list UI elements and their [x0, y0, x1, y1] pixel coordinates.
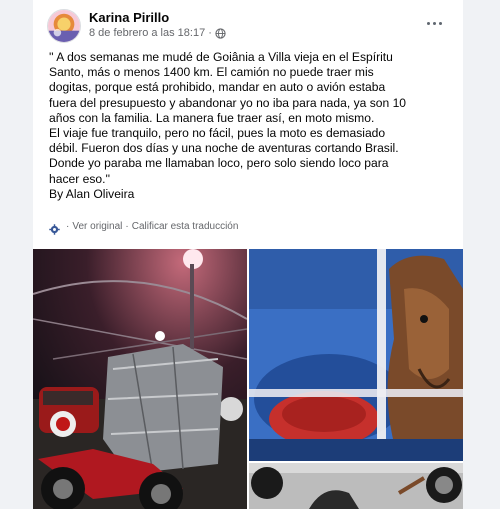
see-original-link[interactable]: Ver original — [72, 221, 122, 232]
post-text: '' A dos semanas me mudé de Goiânia a Vi… — [49, 50, 407, 201]
author-name[interactable]: Karina Pirillo — [89, 10, 169, 25]
translation-separator: · — [66, 221, 70, 232]
gear-icon[interactable] — [49, 222, 60, 235]
more-icon[interactable] — [423, 14, 445, 32]
photo-grid — [33, 249, 463, 509]
translation-row: · Ver original · Calificar esta traducci… — [63, 221, 238, 232]
more-dot — [426, 21, 430, 25]
photo-bottom[interactable] — [249, 463, 463, 509]
more-dot — [438, 21, 442, 25]
photo-dog-crate[interactable] — [249, 249, 463, 461]
post-card: Karina Pirillo 8 de febrero a las 18:17 … — [33, 0, 463, 509]
globe-icon[interactable] — [215, 27, 226, 39]
meta-separator: · — [208, 27, 212, 39]
more-dot — [432, 21, 436, 25]
post-meta: 8 de febrero a las 18:17 · — [89, 27, 226, 39]
translation-separator: · — [125, 221, 129, 232]
post-date[interactable]: 8 de febrero a las 18:17 — [89, 27, 205, 39]
avatar[interactable] — [47, 9, 81, 43]
post-header: Karina Pirillo 8 de febrero a las 18:17 … — [33, 0, 463, 48]
rate-translation-link[interactable]: Calificar esta traducción — [132, 221, 239, 232]
photo-motorcycle[interactable] — [33, 249, 247, 509]
